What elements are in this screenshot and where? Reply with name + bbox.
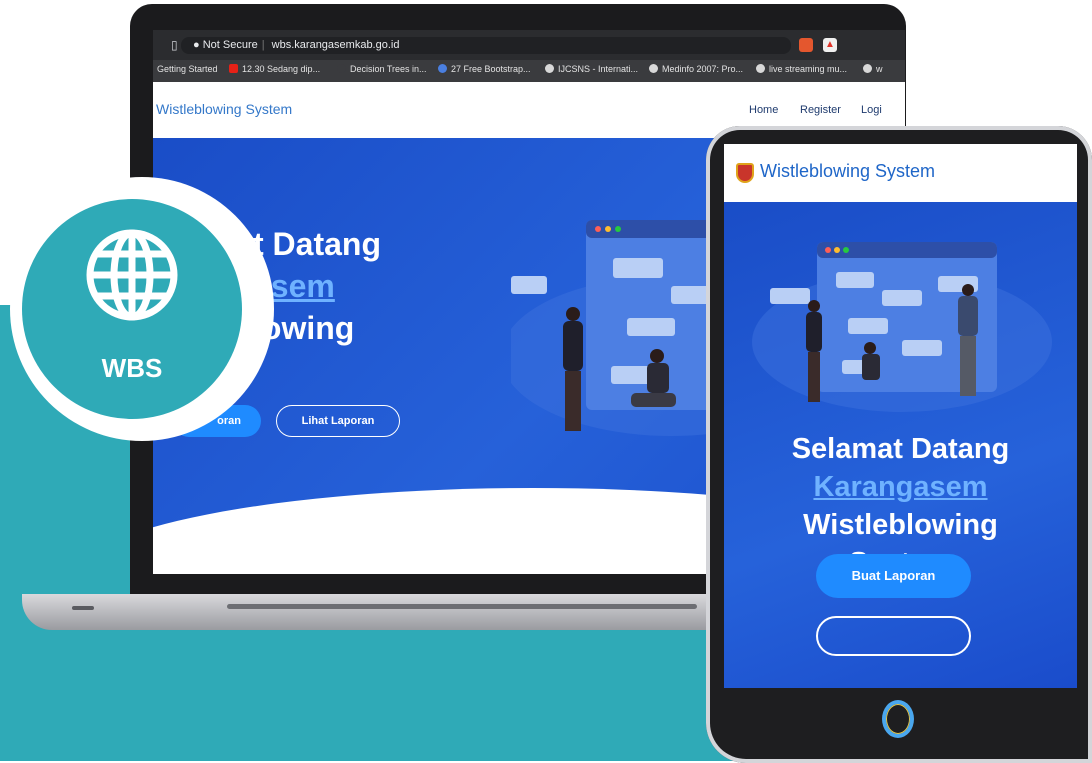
bookmark-item[interactable]: IJCSNS - Internati... <box>545 64 638 74</box>
nav-register-link[interactable]: Register <box>800 104 841 116</box>
wbs-label: WBS <box>101 353 163 383</box>
tablet-screen: Wistleblowing System Selamat Datang Kara… <box>724 144 1077 688</box>
browser-toolbar: ▯ ● Not Secure | wbs.karangasemkab.go.id … <box>153 30 905 60</box>
bookmarks-bar: Getting Started 12.30 Sedang dip... Deci… <box>153 60 905 82</box>
site-brand[interactable]: Wistleblowing System <box>156 101 292 117</box>
bookmark-item[interactable]: w <box>863 64 883 74</box>
nav-login-link[interactable]: Logi <box>861 104 882 116</box>
triangle-icon[interactable]: ▲ <box>823 38 837 52</box>
tablet-brand[interactable]: Wistleblowing System <box>760 161 935 182</box>
tablet-home-button[interactable] <box>882 700 914 738</box>
address-bar[interactable]: ● Not Secure | wbs.karangasemkab.go.id <box>181 37 791 54</box>
wbs-badge-circle <box>22 199 242 419</box>
bookmark-item[interactable]: Getting Started <box>157 64 218 74</box>
view-report-button[interactable]: Lihat Laporan <box>276 405 400 437</box>
tablet-navbar: Wistleblowing System <box>724 144 1077 202</box>
bookmark-item[interactable]: Decision Trees in... <box>337 64 427 74</box>
laptop-hinge <box>227 604 697 609</box>
tablet-hero-illustration <box>752 242 1052 412</box>
info-icon: ● <box>193 39 200 51</box>
laptop-led <box>72 606 94 610</box>
laptop-base <box>22 594 752 630</box>
bookmark-item[interactable]: Medinfo 2007: Pro... <box>649 64 743 74</box>
view-report-button[interactable] <box>816 616 971 656</box>
bookmark-icon[interactable]: ▯ <box>171 38 178 52</box>
nav-home-link[interactable]: Home <box>749 104 778 116</box>
karangasem-logo-icon <box>736 163 754 183</box>
bookmark-item[interactable]: live streaming mu... <box>756 64 847 74</box>
globe-icon <box>86 229 178 321</box>
url-text: wbs.karangasemkab.go.id <box>271 39 400 51</box>
not-secure-label: Not Secure <box>202 39 258 51</box>
bookmark-item[interactable]: 27 Free Bootstrap... <box>438 64 531 74</box>
shield-icon[interactable] <box>799 38 813 52</box>
bookmark-item[interactable]: 12.30 Sedang dip... <box>229 64 320 74</box>
create-report-button[interactable]: Buat Laporan <box>816 554 971 598</box>
